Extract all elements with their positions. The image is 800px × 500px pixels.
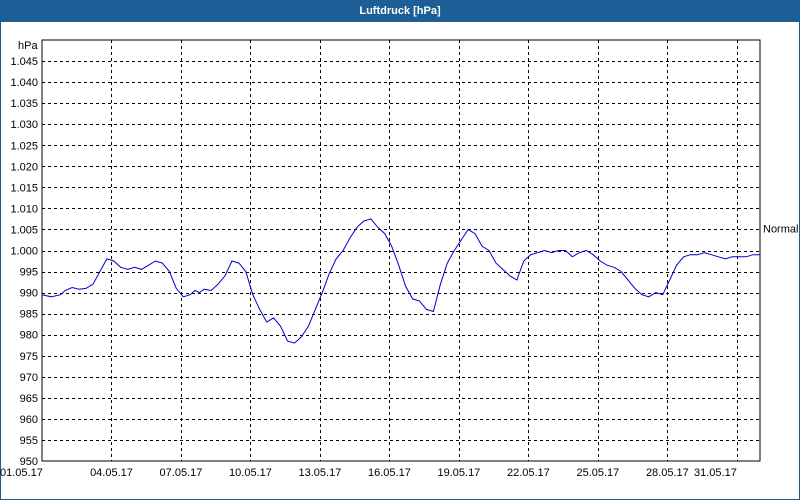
- y-tick-label: 980: [20, 330, 38, 342]
- y-tick-label: 1.045: [10, 56, 38, 68]
- chart-area: 9509559609659709759809859909951.0001.005…: [0, 39, 798, 479]
- y-tick-label: 1.015: [10, 182, 38, 194]
- plot-border: [41, 39, 761, 462]
- x-tick-label: 22.05.17: [507, 467, 550, 479]
- y-tick-label: 1.005: [10, 224, 38, 236]
- y-tick-label: 960: [20, 414, 38, 426]
- reference-label-normal: Normal: [763, 224, 798, 236]
- y-axis-label: hPa: [18, 40, 38, 52]
- x-tick-label: 07.05.17: [160, 467, 203, 479]
- y-tick-label: 970: [20, 372, 38, 384]
- grid-lines: [42, 40, 760, 461]
- x-tick-label: 16.05.17: [368, 467, 411, 479]
- y-tick-label: 990: [20, 288, 38, 300]
- x-axis-ticks: 01.05.17 04.05.17 07.05.17 10.05.17 13.05.17…: [0, 467, 737, 479]
- x-tick-label: 10.05.17: [229, 467, 272, 479]
- x-tick-label: 13.05.17: [299, 467, 342, 479]
- y-tick-label: 985: [20, 309, 38, 321]
- y-tick-label: 1.010: [10, 203, 38, 215]
- x-tick-label: 01.05.17: [0, 467, 43, 479]
- x-tick-label: 04.05.17: [90, 467, 133, 479]
- y-axis-ticks: 9509559609659709759809859909951.0001.005…: [10, 56, 38, 468]
- y-tick-label: 1.025: [10, 140, 38, 152]
- x-tick-label: 28.05.17: [646, 467, 689, 479]
- y-tick-label: 1.020: [10, 161, 38, 173]
- x-tick-label: 25.05.17: [576, 467, 619, 479]
- y-tick-label: 955: [20, 435, 38, 447]
- y-tick-label: 975: [20, 351, 38, 363]
- series-line-pressure: [41, 218, 760, 344]
- y-tick-label: 995: [20, 267, 38, 279]
- x-tick-label: 19.05.17: [437, 467, 480, 479]
- y-tick-label: 1.035: [10, 98, 38, 110]
- y-tick-label: 1.030: [10, 119, 38, 131]
- y-tick-label: 1.000: [10, 246, 38, 258]
- x-tick-label: 31.05.17: [694, 467, 737, 479]
- y-tick-label: 965: [20, 393, 38, 405]
- y-tick-label: 1.040: [10, 77, 38, 89]
